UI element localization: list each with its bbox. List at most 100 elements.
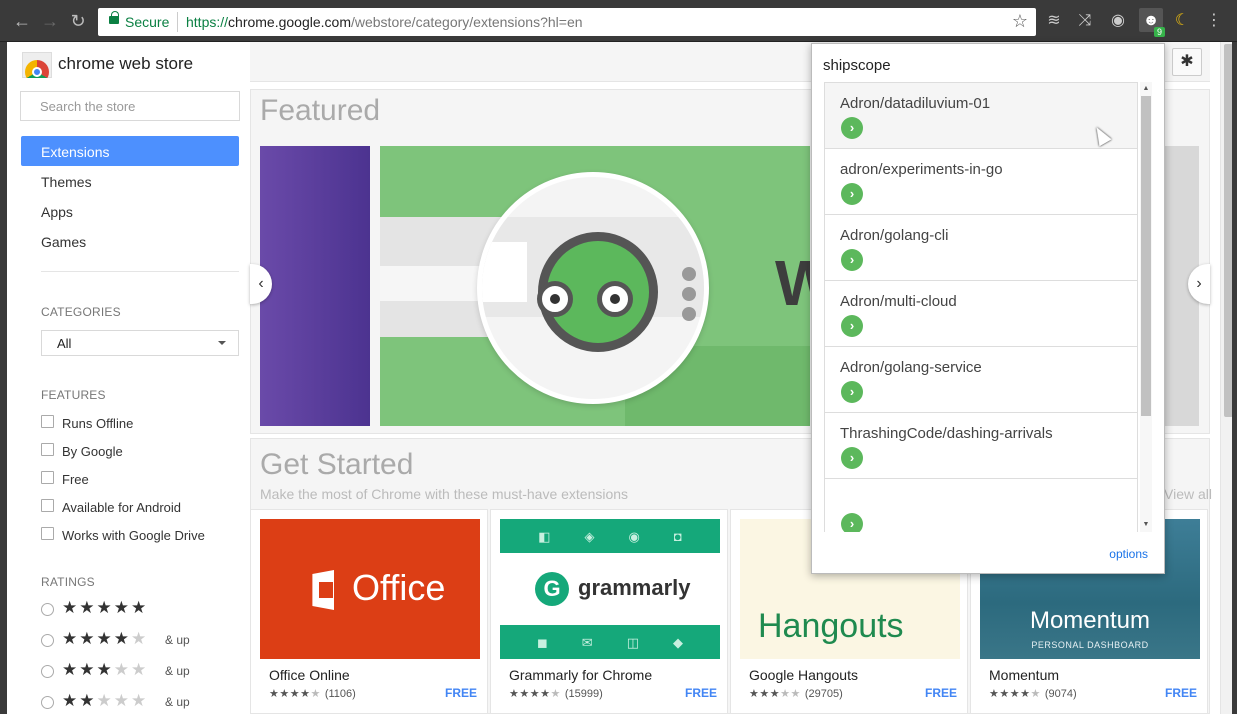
star-rating: ★★★★★: [62, 598, 149, 617]
go-arrow-button[interactable]: ›: [841, 513, 863, 532]
social-icons: ◼✉◫◆: [537, 635, 717, 650]
app-name[interactable]: Grammarly for Chrome: [509, 667, 652, 683]
radio[interactable]: [41, 665, 54, 678]
forward-icon[interactable]: →: [40, 11, 60, 31]
app-tile-office-online[interactable]: Office Office Online ★★★★★ (1106) FREE: [250, 509, 488, 714]
go-arrow-button[interactable]: ›: [841, 117, 863, 139]
checkbox[interactable]: [41, 499, 54, 512]
back-icon[interactable]: ←: [12, 11, 32, 31]
ratings-label: RATINGS: [41, 575, 95, 589]
grammarly-center: G grammarly: [500, 553, 720, 625]
repo-name: Adron/datadiluvium-01: [840, 95, 991, 112]
hangouts-art-text: Hangouts: [758, 607, 904, 645]
url-scheme: https://: [186, 14, 229, 30]
office-logo-icon: [312, 570, 334, 610]
store-title[interactable]: chrome web store: [58, 54, 193, 74]
star-rating: ★★★★★: [62, 629, 149, 648]
moon-extension-icon[interactable]: ☾: [1173, 12, 1191, 30]
checkbox[interactable]: [41, 527, 54, 540]
rating-count: (29705): [804, 688, 843, 700]
menu-icon[interactable]: ⋮: [1205, 12, 1223, 30]
category-selected-value: All: [57, 336, 72, 351]
app-name[interactable]: Google Hangouts: [749, 667, 858, 683]
repo-name: Adron/multi-cloud: [840, 293, 957, 310]
get-started-title: Get Started: [260, 448, 414, 481]
nav-apps[interactable]: Apps: [21, 196, 239, 226]
app-rating: ★★★★★ (29705): [749, 688, 843, 700]
bookmark-star-icon[interactable]: ☆: [1012, 11, 1028, 32]
and-up-label: & up: [165, 633, 190, 647]
office-art-text: Office: [352, 567, 446, 608]
popup-scrollbar-thumb[interactable]: [1141, 96, 1151, 416]
window-border: [1232, 42, 1237, 714]
app-name[interactable]: Momentum: [989, 667, 1059, 683]
app-rating: ★★★★★ (1106): [269, 688, 356, 700]
shipscope-popup: shipscope Adron/datadiluvium-01 › adron/e…: [811, 43, 1165, 574]
go-arrow-button[interactable]: ›: [841, 381, 863, 403]
url-host: chrome.google.com: [228, 14, 351, 30]
repo-name: adron/experiments-in-go: [840, 161, 1003, 178]
settings-gear-button[interactable]: ✱: [1172, 48, 1202, 76]
go-arrow-button[interactable]: ›: [841, 183, 863, 205]
mascot-eye-icon: [537, 281, 573, 317]
grammarly-bottom-band: ◼✉◫◆: [500, 625, 720, 659]
radio[interactable]: [41, 634, 54, 647]
office-tile-image: Office: [260, 519, 480, 659]
momentum-art-subtext: PERSONAL DASHBOARD: [1031, 640, 1149, 650]
social-icons: ◧◈◉◘: [538, 529, 716, 544]
options-link[interactable]: options: [1109, 547, 1148, 561]
url-separator: [177, 12, 178, 32]
app-tile-grammarly[interactable]: ◧◈◉◘ G grammarly ◼✉◫◆ Grammarly for Chro…: [490, 509, 728, 714]
radio[interactable]: [41, 696, 54, 709]
scroll-up-icon[interactable]: ▲: [1141, 84, 1151, 94]
go-arrow-button[interactable]: ›: [841, 249, 863, 271]
star-rating: ★★★★★: [62, 691, 149, 710]
app-name[interactable]: Office Online: [269, 667, 350, 683]
mascot-eye-icon: [597, 281, 633, 317]
repo-name: Adron/golang-cli: [840, 227, 949, 244]
go-arrow-button[interactable]: ›: [841, 315, 863, 337]
app-rating: ★★★★★ (15999): [509, 688, 603, 700]
repo-item[interactable]: ›: [824, 479, 1138, 532]
repo-item[interactable]: Adron/golang-cli ›: [824, 215, 1138, 281]
repo-item[interactable]: ThrashingCode/dashing-arrivals ›: [824, 413, 1138, 479]
nav-games[interactable]: Games: [21, 226, 239, 256]
secure-label: Secure: [125, 14, 170, 30]
repo-item[interactable]: Adron/golang-service ›: [824, 347, 1138, 413]
categories-label: CATEGORIES: [41, 305, 121, 319]
chrome-web-store-logo[interactable]: [22, 48, 52, 78]
featured-promo-prev[interactable]: [260, 146, 370, 426]
address-bar[interactable]: Secure https://chrome.google.com/webstor…: [98, 8, 1036, 36]
popup-scrollbar[interactable]: ▲ ▼: [1140, 82, 1152, 532]
checkbox[interactable]: [41, 443, 54, 456]
features-label: FEATURES: [41, 388, 106, 402]
grammarly-top-band: ◧◈◉◘: [500, 519, 720, 553]
checkbox[interactable]: [41, 471, 54, 484]
go-arrow-button[interactable]: ›: [841, 447, 863, 469]
rating-count: (9074): [1044, 688, 1077, 700]
gear-icon: ✱: [1180, 53, 1194, 70]
dot-icon: [682, 267, 696, 281]
lock-icon: [109, 11, 119, 24]
checkbox[interactable]: [41, 415, 54, 428]
repo-item[interactable]: adron/experiments-in-go ›: [824, 149, 1138, 215]
view-all-link[interactable]: View all: [1164, 486, 1212, 502]
rating-count: (15999): [564, 688, 603, 700]
get-started-subtitle: Make the most of Chrome with these must-…: [260, 486, 629, 502]
radio[interactable]: [41, 603, 54, 616]
category-select[interactable]: All: [41, 330, 239, 356]
rating-count: (1106): [324, 688, 356, 700]
circle-extension-icon[interactable]: ◉: [1109, 12, 1127, 30]
popup-title: shipscope: [823, 57, 891, 74]
reload-icon[interactable]: ↻: [68, 11, 88, 31]
search-input[interactable]: Search the store: [20, 91, 240, 121]
repo-item[interactable]: Adron/datadiluvium-01 ›: [824, 83, 1138, 149]
repo-list[interactable]: Adron/datadiluvium-01 › adron/experiments…: [824, 82, 1138, 532]
nav-extensions[interactable]: Extensions: [21, 136, 239, 166]
scroll-down-icon[interactable]: ▼: [1141, 520, 1151, 530]
repo-item[interactable]: Adron/multi-cloud ›: [824, 281, 1138, 347]
layers-extension-icon[interactable]: ≋: [1045, 12, 1063, 30]
nav-themes[interactable]: Themes: [21, 166, 239, 196]
url-text[interactable]: https://chrome.google.com/webstore/categ…: [186, 14, 583, 30]
shuffle-extension-icon[interactable]: ⤨: [1076, 12, 1094, 30]
